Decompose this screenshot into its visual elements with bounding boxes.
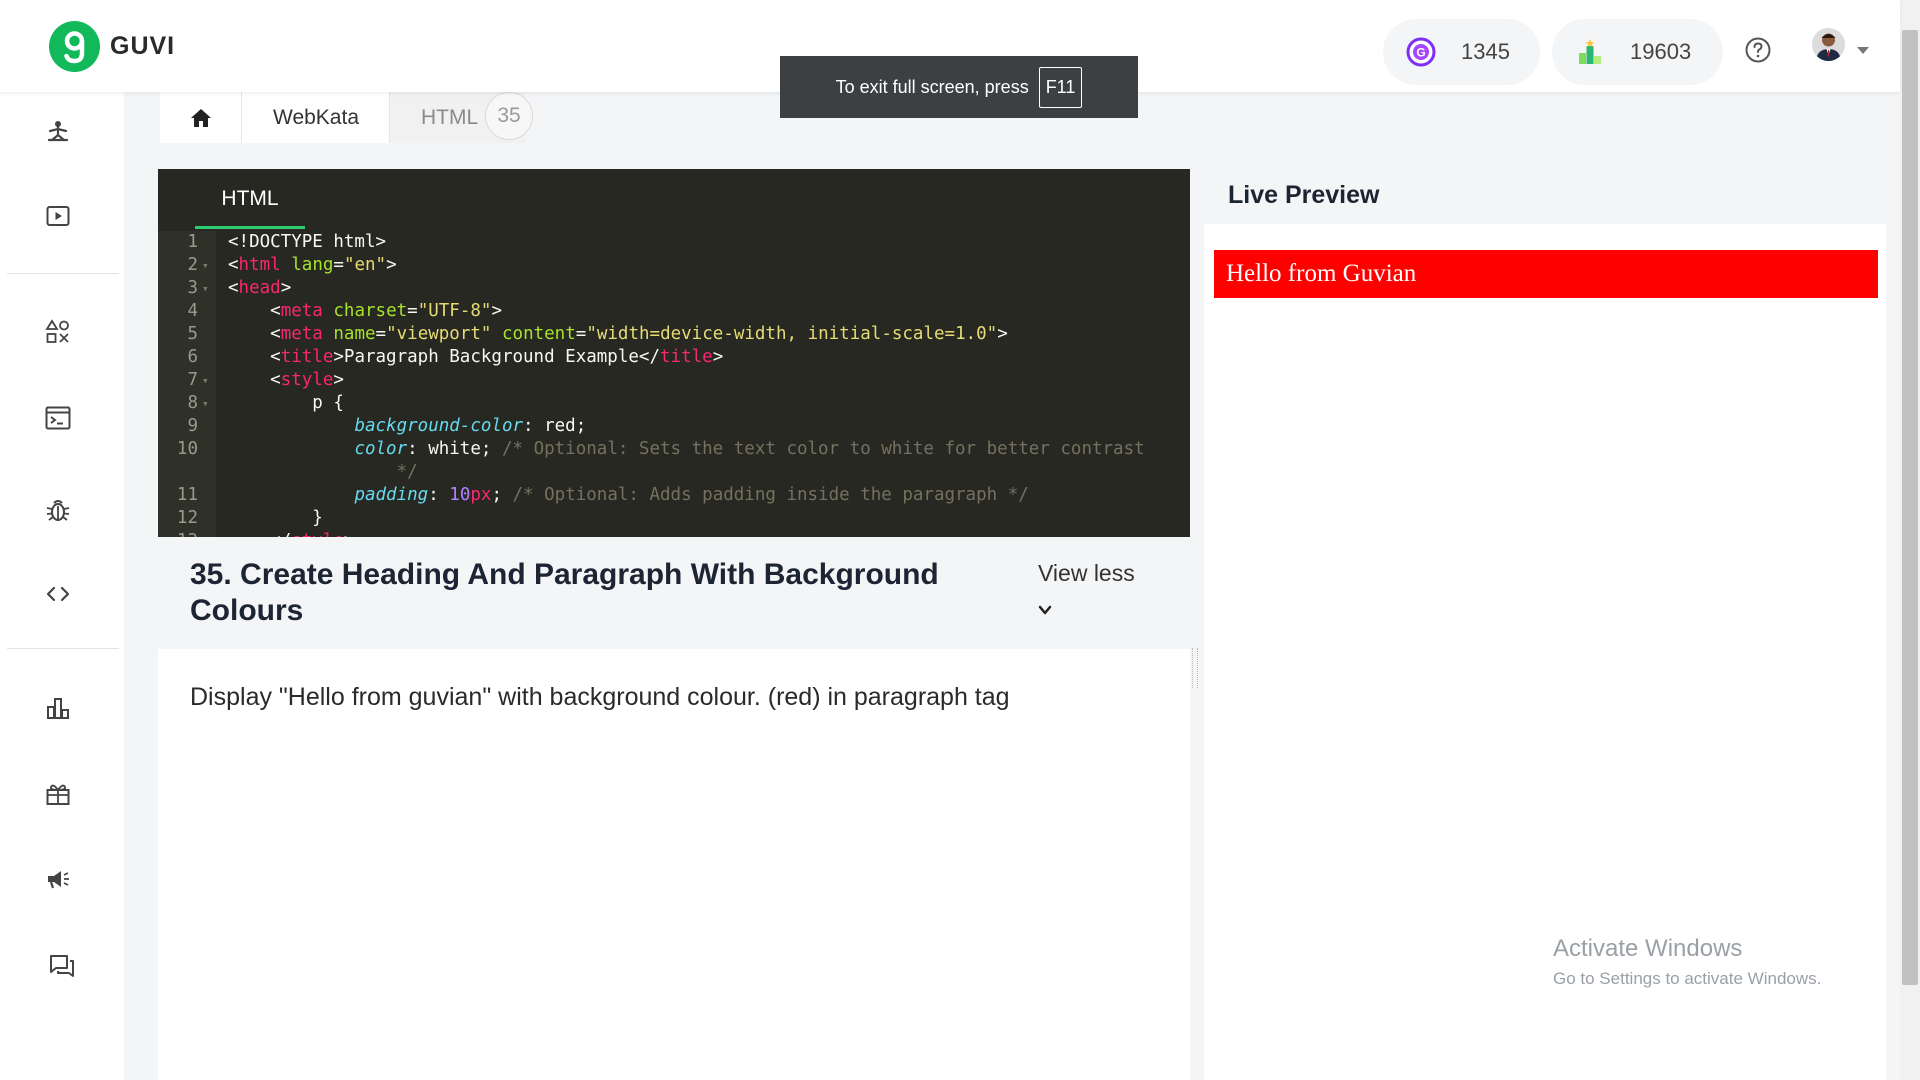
svg-text:G: G [1416, 46, 1425, 60]
code-line: 7 ▾ <style> [158, 369, 1190, 392]
code-line: 12 } [158, 507, 1190, 530]
code-editor[interactable]: HTML 1 <!DOCTYPE html> 2 ▾ <html lang="en">… [158, 169, 1190, 537]
megaphone-icon[interactable] [44, 865, 72, 893]
code-line: 3 ▾ <head> [158, 277, 1190, 300]
breadcrumb-html[interactable]: HTML 35 [390, 92, 533, 143]
sidebar-divider [7, 273, 119, 274]
breadcrumb-webkata[interactable]: WebKata [242, 92, 390, 143]
g-coin-icon: G [1406, 37, 1436, 67]
activate-subtitle: Go to Settings to activate Windows. [1553, 969, 1822, 988]
chat-icon[interactable] [48, 952, 76, 980]
sidebar-divider [7, 648, 119, 649]
leaderboard-podium-icon [1579, 39, 1601, 64]
toast-text: To exit full screen, press [835, 76, 1029, 97]
chevron-down-icon[interactable] [1038, 603, 1052, 617]
guvi-logo[interactable]: GUVI [49, 21, 175, 72]
chevron-down-icon[interactable] [1857, 47, 1869, 54]
problem-description: Display "Hello from guvian" with backgro… [190, 683, 1010, 711]
shapes-icon[interactable] [44, 318, 72, 346]
avatar-image [1812, 28, 1845, 61]
code-line: */ [158, 461, 1190, 484]
toast-key: F11 [1038, 66, 1083, 108]
code-brackets-icon[interactable] [44, 580, 72, 608]
gems-count: 1345 [1461, 39, 1510, 64]
preview-header: Live Preview [1204, 169, 1886, 224]
question-circle-icon[interactable] [1744, 36, 1772, 64]
code-line: 4 <meta charset="UTF-8"> [158, 300, 1190, 323]
guvi-logo-icon [49, 21, 100, 72]
code-line: 9 background-color: red; [158, 415, 1190, 438]
bug-icon[interactable] [44, 496, 72, 524]
bar-chart-icon[interactable] [44, 694, 72, 722]
problem-title: 35. Create Heading And Paragraph With Ba… [190, 558, 939, 627]
resize-handle[interactable] [1192, 648, 1198, 688]
rendered-paragraph: Hello from Guvian [1214, 250, 1878, 298]
activate-title: Activate Windows [1553, 935, 1743, 962]
gems-pill[interactable]: G 1345 [1383, 19, 1540, 85]
scrollbar-thumb[interactable] [1902, 30, 1918, 985]
code-line: 2 ▾ <html lang="en"> [158, 254, 1190, 277]
rank-pill[interactable]: 19603 [1552, 19, 1723, 85]
play-video-icon[interactable] [44, 202, 72, 230]
preview-title: Live Preview [1228, 181, 1380, 209]
gift-icon[interactable] [44, 780, 72, 808]
sidebar [0, 92, 124, 1080]
code-line: 5 <meta name="viewport" content="width=d… [158, 323, 1190, 346]
problem-header: 35. Create Heading And Paragraph With Ba… [158, 537, 1190, 649]
breadcrumb: WebKata HTML 35 [160, 92, 533, 143]
rank-value: 19603 [1630, 39, 1692, 64]
code-line: 10 color: white; /* Optional: Sets the t… [158, 438, 1190, 461]
tab-html[interactable]: HTML [195, 169, 305, 229]
user-avatar[interactable] [1812, 28, 1845, 61]
home-icon [190, 108, 211, 127]
code-line: 13 </style> [158, 530, 1190, 537]
code-line: 1 <!DOCTYPE html> [158, 231, 1190, 254]
breadcrumb-html-label: HTML [421, 105, 479, 129]
code-lines[interactable]: 1 <!DOCTYPE html> 2 ▾ <html lang="en"> 3 ▾ <h… [158, 231, 1190, 537]
view-less-toggle[interactable]: View less [1038, 560, 1135, 587]
code-line: 8 ▾ p { [158, 392, 1190, 415]
code-line: 6 <title>Paragraph Background Example</t… [158, 346, 1190, 369]
breadcrumb-home[interactable] [160, 92, 242, 143]
yoga-person-icon[interactable] [44, 118, 72, 146]
problem-body: Display "Hello from guvian" with backgro… [158, 649, 1190, 1080]
terminal-icon[interactable] [44, 404, 72, 432]
problem-number-badge: 35 [485, 92, 533, 140]
brand-name: GUVI [110, 32, 176, 60]
code-line: 11 padding: 10px; /* Optional: Adds padd… [158, 484, 1190, 507]
activate-windows-watermark: Activate Windows Go to Settings to activ… [1553, 935, 1821, 989]
fullscreen-toast: To exit full screen, press F11 [780, 56, 1138, 118]
